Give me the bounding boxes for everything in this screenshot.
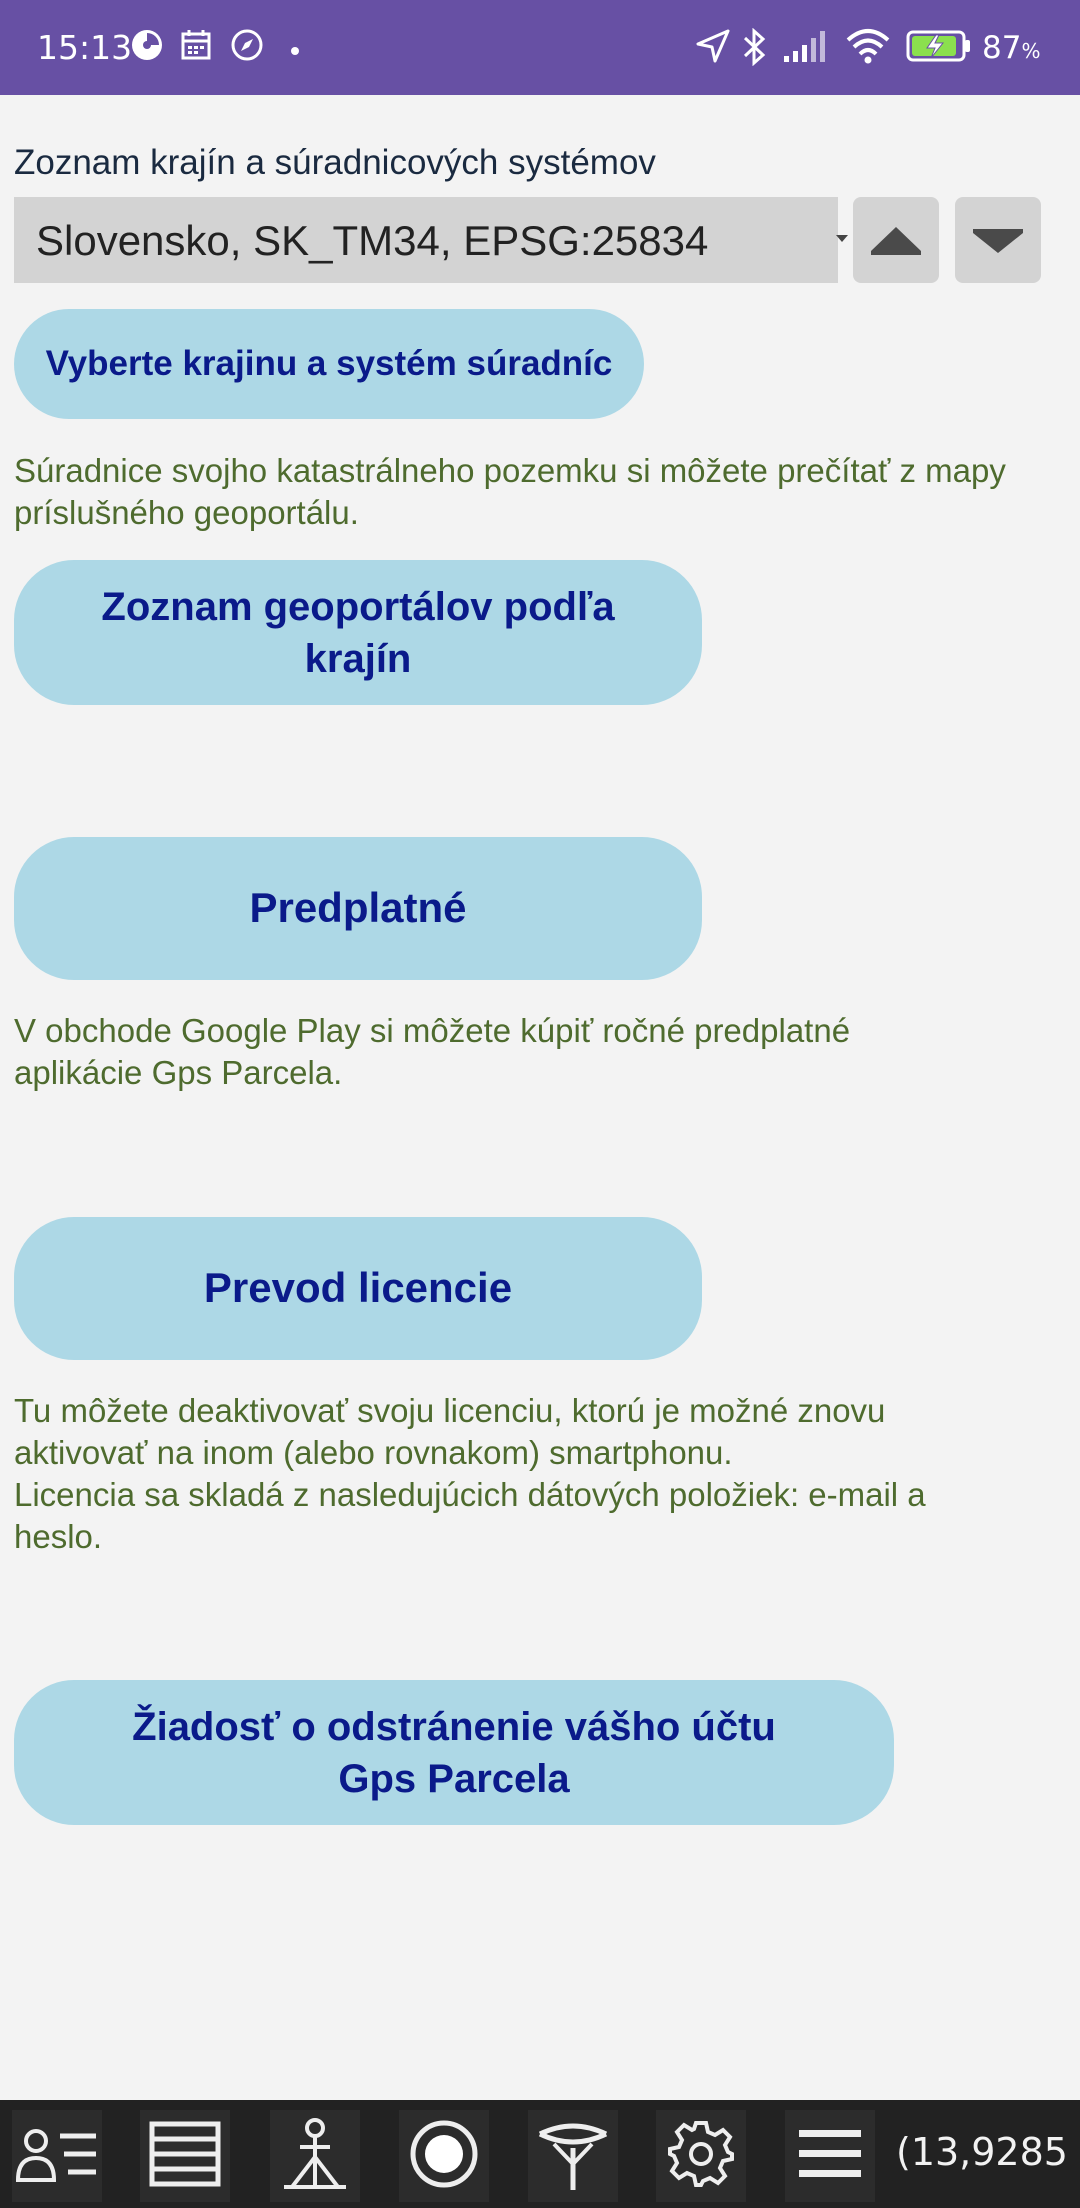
subscription-note-line2: aplikácie Gps Parcela. [14, 1054, 343, 1091]
menu-icon [799, 2127, 861, 2186]
pinwheel-icon [130, 28, 164, 67]
record-icon [408, 2118, 480, 2195]
license-note-line2: aktivovať na inom (alebo rovnakom) smart… [14, 1434, 733, 1471]
signal-icon [782, 28, 830, 69]
move-down-button[interactable] [955, 197, 1041, 283]
bluetooth-icon [742, 27, 768, 71]
license-note-line1: Tu môžete deaktivovať svoju licenciu, kt… [14, 1392, 886, 1429]
menu-button[interactable] [785, 2110, 875, 2202]
subscription-note: V obchode Google Play si môžete kúpiť ro… [14, 1010, 1054, 1094]
select-country-button-label: Vyberte krajinu a systém súradníc [45, 344, 613, 384]
calendar-icon [180, 28, 212, 67]
license-note-line4: heslo. [14, 1518, 103, 1555]
battery-charging-icon [906, 28, 972, 69]
survey-tripod-icon [280, 2117, 350, 2196]
settings-button[interactable] [656, 2110, 746, 2202]
delete-account-button-line2: Gps Parcela [338, 1756, 570, 1801]
geoportal-button-line1: Zoznam geoportálov podľa [101, 584, 615, 629]
subscription-button[interactable]: Predplatné [14, 837, 702, 980]
move-up-button[interactable] [853, 197, 939, 283]
layers-button[interactable] [140, 2110, 230, 2202]
geoportal-list-button[interactable]: Zoznam geoportálov podľa krajín [14, 560, 702, 705]
gnss-antenna-icon [536, 2116, 610, 2197]
license-note-line3: Licencia sa skladá z nasledujúcich dátov… [14, 1476, 926, 1513]
delete-account-button[interactable]: Žiadosť o odstránenie vášho účtu Gps Par… [14, 1680, 894, 1825]
delete-account-button-line1: Žiadosť o odstránenie vášho účtu [132, 1704, 776, 1749]
bottom-toolbar: (13,9285 [0, 2100, 1080, 2208]
status-time: 15:13 [37, 28, 133, 67]
license-transfer-button-label: Prevod licencie [203, 1264, 513, 1312]
user-list-icon [14, 2124, 100, 2189]
dropdown-caret-icon [836, 235, 848, 242]
select-country-button[interactable]: Vyberte krajinu a systém súradníc [14, 309, 644, 419]
dot-icon [291, 42, 299, 60]
layers-icon [149, 2121, 221, 2192]
battery-level: 87% [982, 30, 1041, 66]
wifi-icon [846, 28, 890, 69]
country-system-select[interactable]: Slovensko, SK_TM34, EPSG:25834 [14, 197, 848, 283]
compass-icon [230, 28, 264, 67]
geoportal-note: Súradnice svojho katastrálneho pozemku s… [14, 452, 1006, 531]
survey-button[interactable] [270, 2110, 360, 2202]
coordinate-readout: (13,9285 [896, 2130, 1068, 2174]
triangle-down-icon [973, 229, 1023, 253]
license-transfer-button[interactable]: Prevod licencie [14, 1217, 702, 1360]
triangle-up-icon [871, 227, 921, 255]
geoportal-button-line2: krajín [304, 636, 412, 681]
gear-icon [666, 2119, 736, 2194]
status-bar: 15:13 87% [0, 0, 1080, 95]
gnss-button[interactable] [528, 2110, 618, 2202]
record-button[interactable] [399, 2110, 489, 2202]
subscription-button-label: Predplatné [249, 884, 467, 932]
country-list-label: Zoznam krajín a súradnicových systémov [14, 143, 656, 182]
subscription-note-line1: V obchode Google Play si môžete kúpiť ro… [14, 1012, 851, 1049]
location-arrow-icon [695, 28, 731, 69]
user-list-button[interactable] [12, 2110, 102, 2202]
license-note: Tu môžete deaktivovať svoju licenciu, kt… [14, 1390, 1054, 1558]
select-value: Slovensko, SK_TM34, EPSG:25834 [36, 217, 709, 264]
